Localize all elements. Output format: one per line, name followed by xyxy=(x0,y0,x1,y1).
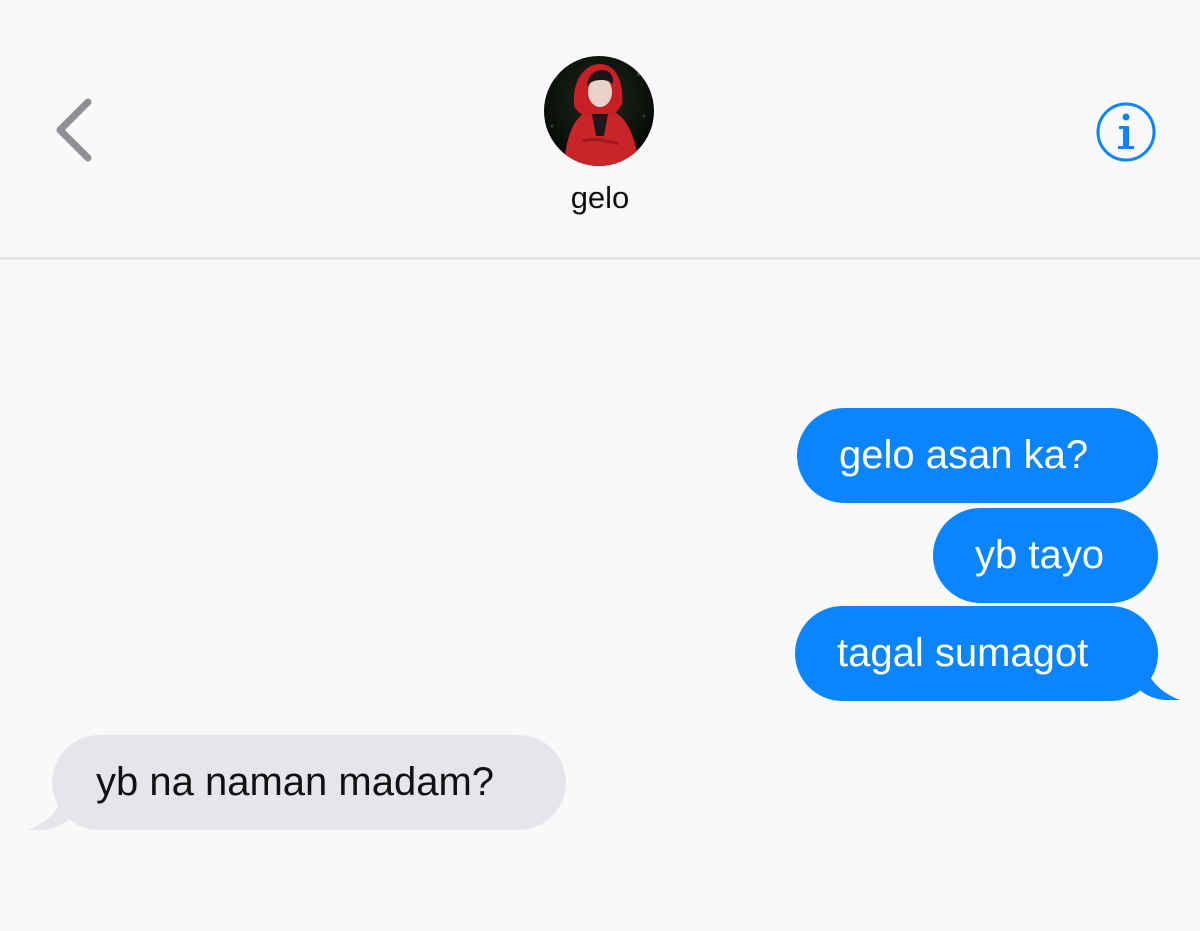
message-bubble-sent[interactable]: yb tayo xyxy=(933,508,1158,603)
back-button[interactable] xyxy=(40,90,110,170)
chevron-left-icon xyxy=(56,98,92,162)
conversation-header: gelo xyxy=(0,0,1200,260)
contact-name[interactable]: gelo xyxy=(0,180,1200,216)
message-text: yb na naman madam? xyxy=(96,760,495,804)
message-text: yb tayo xyxy=(975,533,1104,577)
contact-avatar[interactable] xyxy=(544,56,654,166)
info-button[interactable] xyxy=(1094,100,1158,164)
message-text: gelo asan ka? xyxy=(839,433,1089,477)
message-text: tagal sumagot xyxy=(837,631,1089,675)
message-bubble-sent[interactable]: gelo asan ka? xyxy=(797,408,1158,503)
avatar-photo xyxy=(544,56,654,166)
info-icon xyxy=(1096,102,1156,162)
message-bubble-received[interactable]: yb na naman madam? xyxy=(52,735,566,830)
message-bubble-sent[interactable]: tagal sumagot xyxy=(795,606,1158,701)
message-thread: gelo asan ka? yb tayo tagal sumagot yb n… xyxy=(0,260,1200,931)
